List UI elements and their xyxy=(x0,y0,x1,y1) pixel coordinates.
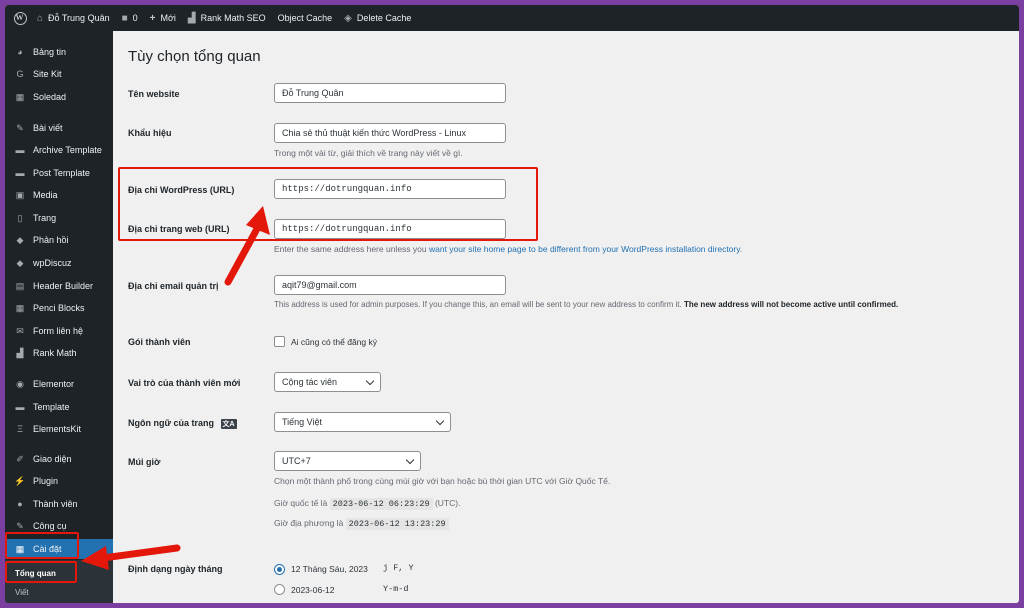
annotation-arrows xyxy=(81,206,270,570)
browser-frame: ⌂ Đỗ Trung Quân ■ 0 + Mới ▟ Rank Math SE… xyxy=(5,5,1019,603)
arrow-to-url-fields xyxy=(224,206,270,286)
arrow-to-settings-menu xyxy=(81,544,181,570)
